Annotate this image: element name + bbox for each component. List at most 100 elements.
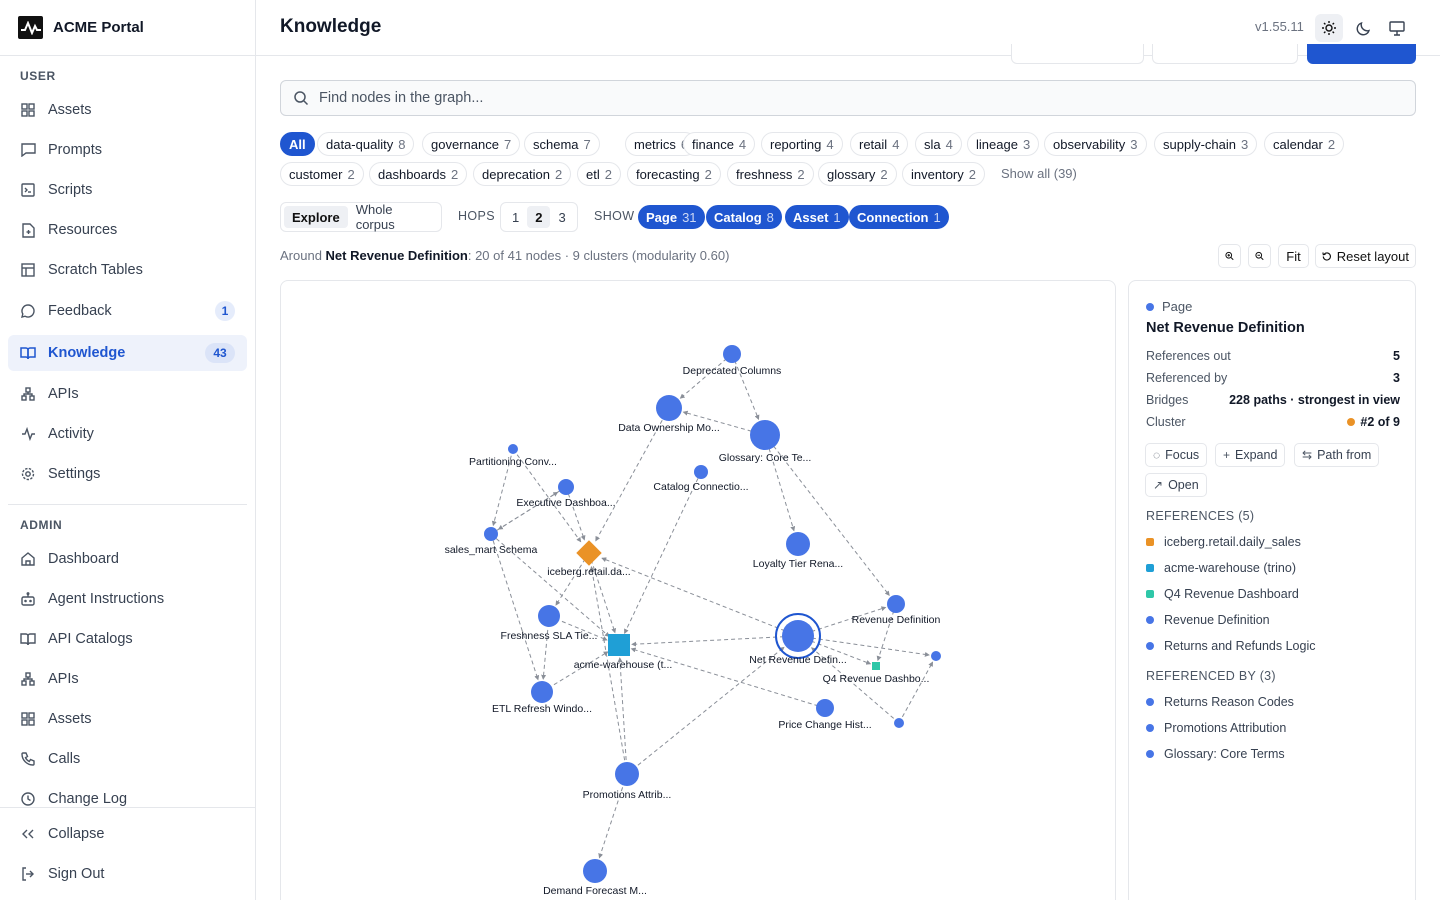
hidden-toolbar-button[interactable] bbox=[1152, 44, 1298, 64]
graph-node-page[interactable] bbox=[931, 651, 941, 661]
tag-chip-inventory[interactable]: inventory 2 bbox=[902, 162, 985, 186]
row-label: References out bbox=[1146, 349, 1231, 363]
tag-chip-freshness[interactable]: freshness 2 bbox=[727, 162, 814, 186]
sidebar-item-scripts[interactable]: Scripts bbox=[8, 172, 247, 208]
graph-node-page[interactable] bbox=[558, 479, 574, 495]
sidebar-item-feedback[interactable]: Feedback 1 bbox=[8, 293, 247, 329]
sidebar-item-api-catalogs[interactable]: API Catalogs bbox=[8, 621, 247, 657]
sidebar-item-agent-instructions[interactable]: Agent Instructions bbox=[8, 581, 247, 617]
brand[interactable]: ACME Portal bbox=[0, 0, 255, 56]
collapse-button[interactable]: Collapse bbox=[8, 816, 247, 852]
graph-node-page[interactable] bbox=[615, 762, 639, 786]
sidebar-item-resources[interactable]: Resources bbox=[8, 212, 247, 248]
mode-explore[interactable]: Explore bbox=[284, 206, 348, 228]
graph-node-page[interactable] bbox=[583, 859, 607, 883]
dark-theme-button[interactable] bbox=[1349, 14, 1377, 42]
show-catalog-toggle[interactable]: Catalog 8 bbox=[706, 205, 782, 229]
sidebar-item-admin-assets[interactable]: Assets bbox=[8, 701, 247, 737]
light-theme-button[interactable] bbox=[1315, 14, 1343, 42]
sidebar-item-admin-apis[interactable]: APIs bbox=[8, 661, 247, 697]
mode-whole-corpus[interactable]: Whole corpus bbox=[348, 202, 438, 232]
sidebar-item-prompts[interactable]: Prompts bbox=[8, 132, 247, 168]
reference-link[interactable]: Revenue Definition bbox=[1146, 613, 1270, 627]
expand-button[interactable]: + Expand bbox=[1215, 443, 1286, 467]
graph-node-page[interactable] bbox=[816, 699, 834, 717]
referenced-by-link[interactable]: Promotions Attribution bbox=[1146, 721, 1286, 735]
open-button[interactable]: ↗ Open bbox=[1145, 473, 1207, 497]
tag-chip-glossary[interactable]: glossary 2 bbox=[818, 162, 897, 186]
graph-node-page[interactable] bbox=[750, 420, 780, 450]
show-connection-toggle[interactable]: Connection 1 bbox=[849, 205, 949, 229]
tag-chip-retail[interactable]: retail 4 bbox=[850, 132, 909, 156]
tag-chip-etl[interactable]: etl 2 bbox=[577, 162, 621, 186]
zoom-out-icon bbox=[1255, 251, 1264, 261]
tag-chip-schema[interactable]: schema 7 bbox=[524, 132, 600, 156]
sidebar-item-apis[interactable]: APIs bbox=[8, 376, 247, 412]
graph-node-page[interactable] bbox=[887, 595, 905, 613]
knowledge-graph-canvas[interactable]: Deprecated Columns Data Ownership Mo... Gl… bbox=[280, 280, 1116, 900]
graph-node-page[interactable] bbox=[531, 681, 553, 703]
show-page-toggle[interactable]: Page 31 bbox=[638, 205, 705, 229]
focus-button[interactable]: ◌ Focus bbox=[1145, 443, 1208, 467]
reference-link[interactable]: Returns and Refunds Logic bbox=[1146, 639, 1315, 653]
graph-node-page[interactable] bbox=[786, 532, 810, 556]
tag-chip-forecasting[interactable]: forecasting 2 bbox=[627, 162, 721, 186]
sidebar-item-change-log[interactable]: Change Log bbox=[8, 781, 247, 817]
sidebar-item-scratch-tables[interactable]: Scratch Tables bbox=[8, 252, 247, 288]
graph-node-page[interactable] bbox=[484, 527, 498, 541]
sidebar-item-activity[interactable]: Activity bbox=[8, 416, 247, 452]
hidden-toolbar-button[interactable] bbox=[1011, 44, 1144, 64]
reference-link[interactable]: acme-warehouse (trino) bbox=[1146, 561, 1296, 575]
graph-node-connection[interactable] bbox=[608, 634, 630, 656]
graph-node-page[interactable] bbox=[782, 620, 814, 652]
show-all-tags-link[interactable]: Show all (39) bbox=[1001, 166, 1077, 181]
hops-1[interactable]: 1 bbox=[504, 206, 527, 228]
hidden-primary-button[interactable] bbox=[1307, 44, 1416, 64]
graph-node-page[interactable] bbox=[538, 605, 560, 627]
search-input[interactable] bbox=[319, 90, 1319, 106]
graph-node-catalog[interactable] bbox=[576, 540, 602, 566]
tag-chip-finance[interactable]: finance 4 bbox=[683, 132, 756, 156]
tag-chip-governance[interactable]: governance 7 bbox=[422, 132, 521, 156]
reset-layout-button[interactable]: Reset layout bbox=[1315, 244, 1416, 268]
tag-chip-deprecation[interactable]: deprecation 2 bbox=[473, 162, 572, 186]
collapse-label: Collapse bbox=[48, 826, 105, 842]
system-theme-button[interactable] bbox=[1383, 14, 1411, 42]
graph-node-page[interactable] bbox=[656, 395, 682, 421]
sidebar-item-knowledge[interactable]: Knowledge 43 bbox=[8, 335, 247, 371]
tag-chip-dashboards[interactable]: dashboards 2 bbox=[369, 162, 468, 186]
tag-chip-calendar[interactable]: calendar 2 bbox=[1264, 132, 1345, 156]
tag-chip-sla[interactable]: sla 4 bbox=[915, 132, 962, 156]
reference-link[interactable]: iceberg.retail.daily_sales bbox=[1146, 535, 1301, 549]
sidebar-item-dashboard[interactable]: Dashboard bbox=[8, 541, 247, 577]
fit-button[interactable]: Fit bbox=[1278, 244, 1309, 268]
tag-chip-lineage[interactable]: lineage 3 bbox=[967, 132, 1040, 156]
show-asset-toggle[interactable]: Asset 1 bbox=[785, 205, 849, 229]
tag-chip-reporting[interactable]: reporting 4 bbox=[761, 132, 843, 156]
zoom-in-button[interactable] bbox=[1218, 244, 1241, 268]
referenced-by-link[interactable]: Returns Reason Codes bbox=[1146, 695, 1294, 709]
graph-node-page[interactable] bbox=[894, 718, 904, 728]
hops-2[interactable]: 2 bbox=[527, 206, 551, 228]
graph-node-page[interactable] bbox=[508, 444, 518, 454]
graph-node-page[interactable] bbox=[723, 345, 741, 363]
tag-chip-customer[interactable]: customer 2 bbox=[280, 162, 364, 186]
reference-link[interactable]: Q4 Revenue Dashboard bbox=[1146, 587, 1299, 601]
graph-node-asset[interactable] bbox=[872, 662, 880, 670]
sign-out-button[interactable]: Sign Out bbox=[8, 856, 247, 892]
sidebar-item-calls[interactable]: Calls bbox=[8, 741, 247, 777]
path-from-button[interactable]: ⇆ Path from bbox=[1294, 443, 1380, 467]
tag-chip-supply-chain[interactable]: supply-chain 3 bbox=[1154, 132, 1258, 156]
clock-icon bbox=[20, 791, 36, 807]
zoom-out-button[interactable] bbox=[1248, 244, 1271, 268]
graph-node-page[interactable] bbox=[694, 465, 708, 479]
tag-chip-data-quality[interactable]: data-quality 8 bbox=[317, 132, 415, 156]
referenced-by-link[interactable]: Glossary: Core Terms bbox=[1146, 747, 1285, 761]
graph-svg[interactable]: Deprecated Columns Data Ownership Mo... Gl… bbox=[281, 281, 1117, 900]
tag-chip-observability[interactable]: observability 3 bbox=[1044, 132, 1147, 156]
graph-search[interactable] bbox=[280, 80, 1416, 116]
tag-chip-all[interactable]: All bbox=[280, 132, 315, 156]
sidebar-item-assets[interactable]: Assets bbox=[8, 92, 247, 128]
sidebar-item-settings[interactable]: Settings bbox=[8, 456, 247, 492]
hops-3[interactable]: 3 bbox=[550, 206, 573, 228]
